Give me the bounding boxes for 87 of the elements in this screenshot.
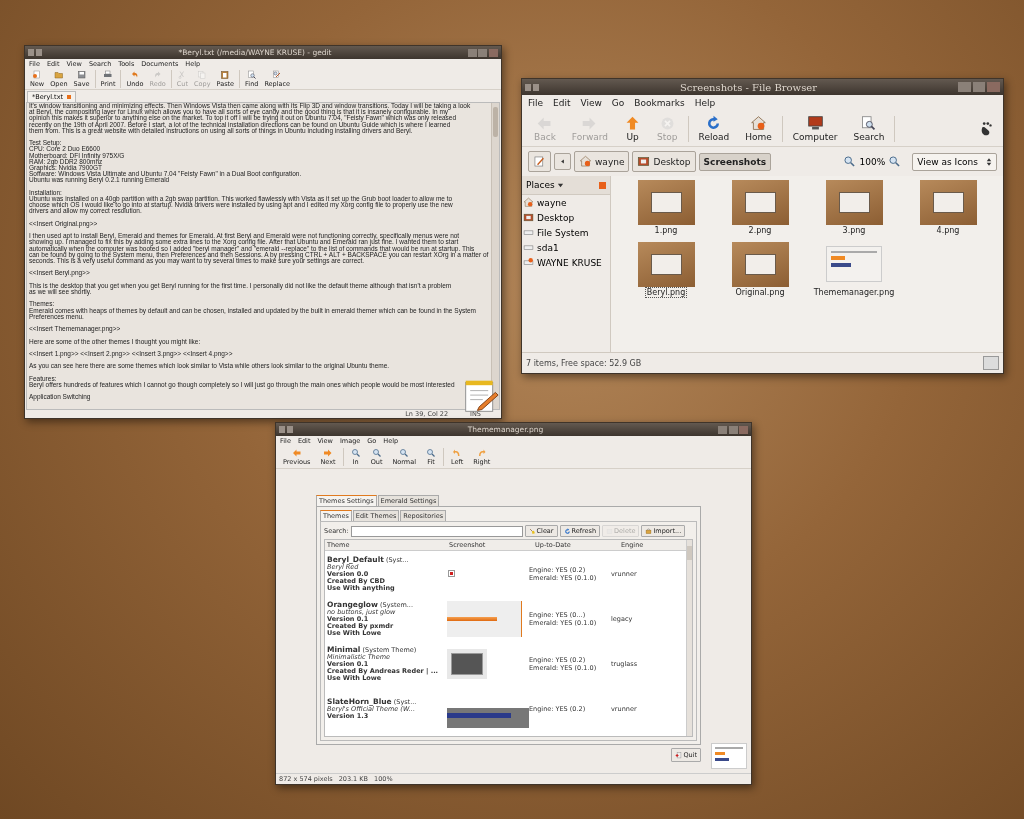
left-triangle-icon	[559, 157, 566, 166]
search-icon	[246, 70, 257, 80]
window-thumbnail[interactable]	[826, 246, 882, 282]
window-menu-icon[interactable]	[279, 426, 293, 433]
toolbar-button[interactable]: Up	[616, 115, 650, 142]
left-arrow-icon	[291, 448, 302, 458]
menu-item[interactable]: Edit	[553, 98, 571, 108]
package-icon	[645, 527, 653, 535]
close-icon[interactable]	[67, 95, 72, 99]
sidebar-item[interactable]: WAYNE KRUSE	[522, 255, 610, 270]
desktop-thumbnail[interactable]	[637, 179, 695, 225]
reload-icon	[563, 527, 571, 535]
desktop-thumbnail[interactable]	[919, 179, 977, 225]
desktop-thumbnail[interactable]	[825, 179, 883, 225]
replace-icon	[272, 70, 283, 80]
zoom-in-icon	[350, 448, 361, 458]
menu-item[interactable]: File	[528, 98, 544, 108]
menu-item[interactable]: View	[580, 98, 602, 108]
close-button-preview	[448, 570, 455, 577]
zoom-icon	[399, 448, 410, 458]
view-mode-dropdown[interactable]: View as Icons	[912, 152, 997, 171]
menu-item[interactable]: Help	[694, 98, 716, 108]
sidebar-item[interactable]: sda1	[522, 240, 610, 255]
search-icon	[860, 115, 878, 132]
toolbar-button[interactable]: Home	[737, 115, 780, 142]
menu-item[interactable]: Go	[611, 98, 625, 108]
right-arrow-icon	[323, 448, 334, 458]
status-text: 7 items, Free space: 52.9 GB	[526, 358, 642, 368]
printer-icon	[103, 70, 113, 80]
window-menu-icon[interactable]	[28, 49, 42, 56]
folder-icon	[53, 70, 64, 80]
sidebar-item[interactable]: wayne	[522, 195, 610, 210]
file-name[interactable]: 4.png	[934, 225, 962, 236]
sidebar-item[interactable]: Desktop	[522, 210, 610, 225]
home-icon	[523, 197, 534, 208]
copy-icon	[197, 70, 208, 80]
up-down-arrows-icon	[986, 156, 992, 167]
home-icon	[749, 115, 767, 132]
path-button[interactable]: wayne	[574, 151, 630, 172]
path-button[interactable]: Desktop	[632, 151, 696, 172]
path-scroll-button[interactable]	[554, 153, 571, 170]
computer-icon	[806, 115, 824, 132]
redo-arrow-icon	[152, 70, 163, 80]
file-name[interactable]: Original.png	[733, 287, 787, 298]
desktop-thumbnail[interactable]	[637, 241, 695, 287]
rotate-right-icon	[476, 448, 487, 458]
new-document-icon	[32, 70, 43, 80]
zoom-out-icon[interactable]	[843, 155, 857, 168]
file-name[interactable]: Thememanager.png	[811, 287, 897, 298]
location-edit-button[interactable]	[528, 151, 551, 172]
window-controls-icon[interactable]	[958, 82, 1000, 92]
file-name[interactable]: 1.png	[652, 225, 680, 236]
clipboard-icon	[220, 70, 231, 80]
file-name[interactable]: 2.png	[746, 225, 774, 236]
zoom-in-icon[interactable]	[888, 155, 902, 168]
toolbar-button[interactable]: Computer	[784, 115, 846, 142]
toolbar-button[interactable]: Reload	[690, 115, 738, 142]
desktop-thumbnail[interactable]	[731, 179, 789, 225]
menu-item[interactable]: Bookmarks	[634, 98, 685, 108]
close-icon[interactable]	[599, 181, 606, 189]
file-name[interactable]: 3.png	[840, 225, 868, 236]
sidebar-item[interactable]: File System	[522, 225, 610, 240]
resize-grip-icon[interactable]	[983, 356, 999, 370]
file-name[interactable]: Beryl.png	[644, 287, 688, 298]
window-title: Screenshots - File Browser	[679, 81, 818, 93]
notepad-pencil-icon	[463, 378, 499, 414]
broom-icon	[528, 527, 536, 535]
zoom-out-icon	[371, 448, 382, 458]
dropdown-triangle-icon	[556, 181, 564, 189]
theme-preview	[447, 648, 487, 679]
toolbar-button[interactable]: Search	[845, 115, 893, 142]
desktop-thumbnail[interactable]	[731, 241, 789, 287]
home-icon	[579, 155, 592, 168]
scrollbar[interactable]	[686, 540, 692, 736]
window-controls-icon[interactable]	[468, 48, 498, 57]
window-controls-icon[interactable]	[718, 425, 748, 434]
window-menu-icon[interactable]	[525, 83, 539, 91]
zoom-fit-icon	[425, 448, 436, 458]
zoom-level: 100%	[859, 156, 886, 167]
desktop-icon	[637, 155, 651, 168]
exit-icon	[675, 751, 683, 759]
path-button[interactable]: Screenshots	[698, 152, 772, 171]
document-icon	[606, 527, 614, 535]
scrollbar[interactable]	[491, 103, 499, 409]
notepad-pencil-icon	[533, 155, 546, 168]
image-thumbnail[interactable]	[711, 743, 747, 769]
search-field[interactable]	[350, 525, 523, 537]
